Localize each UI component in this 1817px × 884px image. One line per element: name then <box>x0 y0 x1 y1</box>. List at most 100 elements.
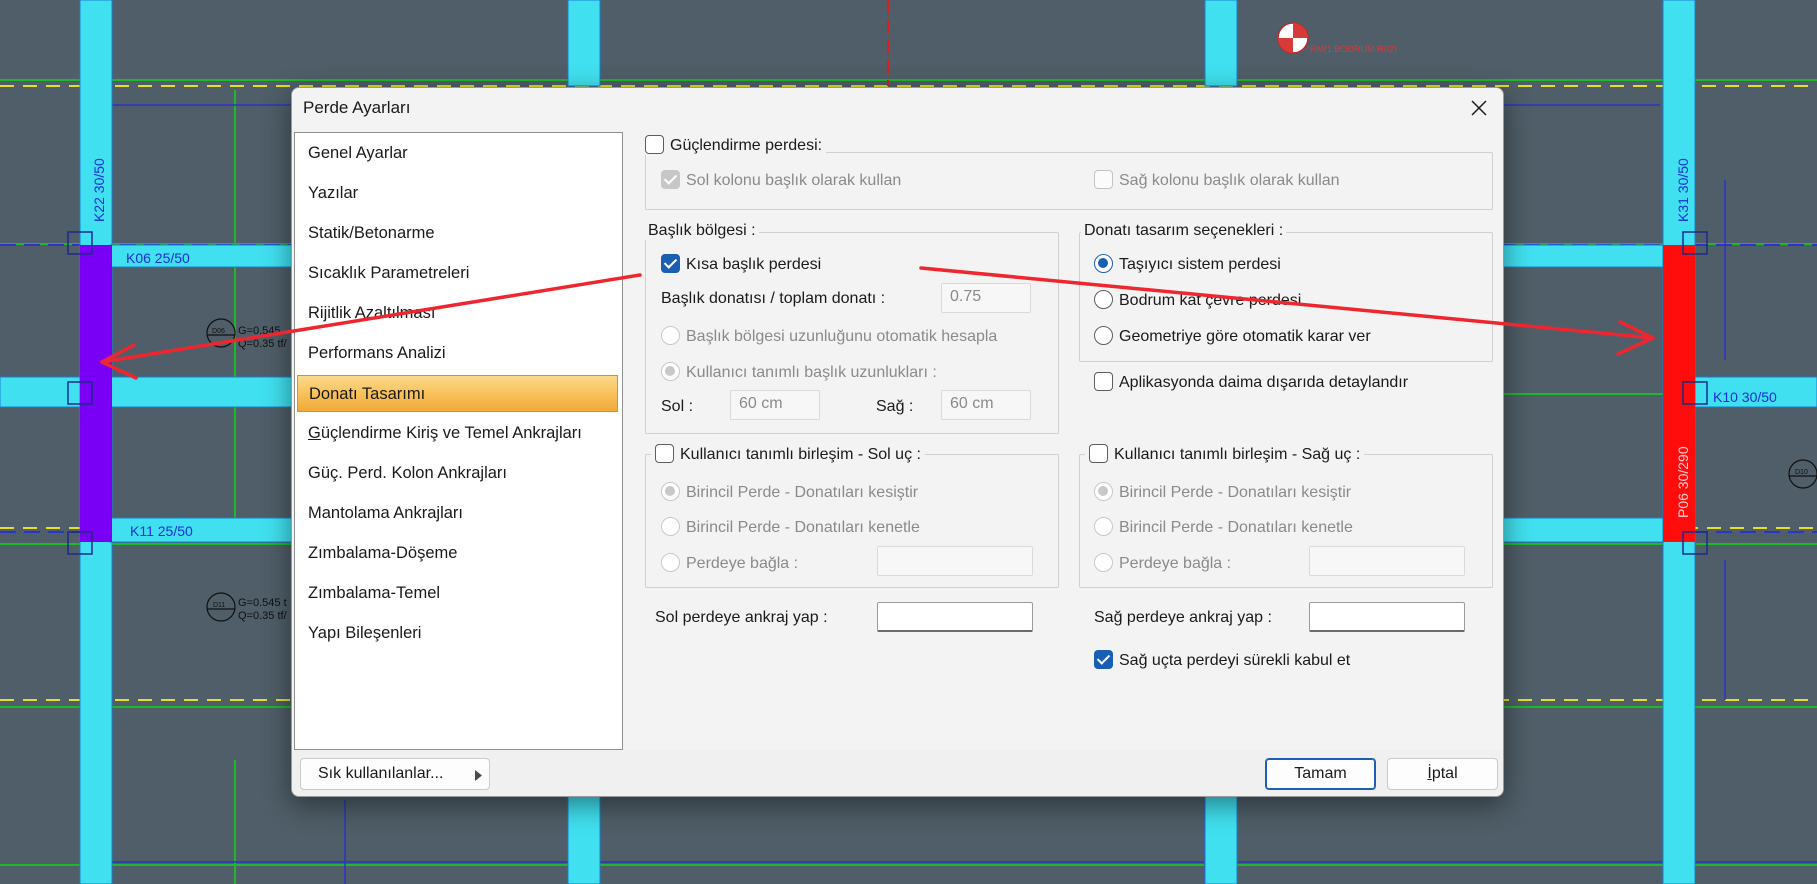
cancel-label: ptal <box>1431 765 1458 782</box>
load-label-q: Q=0.35 tf/ <box>238 338 288 350</box>
radio-circle <box>661 553 680 572</box>
nav-item-zimbalama-temel[interactable]: Zımbalama-Temel <box>297 575 618 612</box>
option-auto-geometry-radio[interactable]: Geometriye göre otomatik karar ver <box>1094 326 1371 346</box>
detail-outside-label: Aplikasyonda daima dışarıda detaylandır <box>1119 374 1409 391</box>
nav-item-sicaklik-parametreleri[interactable]: Sıcaklık Parametreleri <box>297 255 618 292</box>
close-button[interactable] <box>1463 92 1495 124</box>
user-lengths-radio[interactable]: Kullanıcı tanımlı başlık uzunlukları : <box>661 362 937 382</box>
cancel-button[interactable]: İptal <box>1387 758 1498 790</box>
option-label: Birincil Perde - Donatıları kenetle <box>686 519 920 536</box>
nav-item-donati-tasarimi[interactable]: Donatı Tasarımı <box>297 375 618 412</box>
nav-item-guc-perd-kolon-ankrajlari[interactable]: Güç. Perd. Kolon Ankrajları <box>297 455 618 492</box>
left-join-checkbox[interactable]: Kullanıcı tanımlı birleşim - Sol uç : <box>651 444 925 464</box>
ratio-label: Başlık donatısı / toplam donatı : <box>661 290 886 307</box>
reference-marker-label: RM(1.BODRUM-R02) <box>1310 44 1397 54</box>
detail-outside-checkbox[interactable]: Aplikasyonda daima dışarıda detaylandır <box>1094 372 1408 392</box>
checkbox-box <box>1094 372 1113 391</box>
left-join-label: Kullanıcı tanımlı birleşim - Sol uç : <box>680 446 921 463</box>
favorites-button[interactable]: Sık kullanılanlar... <box>300 758 490 790</box>
nav-item-label: Rijitlik Azaltılması <box>308 304 436 322</box>
right-join-checkbox[interactable]: Kullanıcı tanımlı birleşim - Sağ uç : <box>1085 444 1365 464</box>
option-basement-wall-radio[interactable]: Bodrum kat çevre perdesi <box>1094 290 1301 310</box>
radio-circle <box>661 482 680 501</box>
ok-label: Tamam <box>1294 765 1347 782</box>
radio-circle <box>1094 326 1113 345</box>
nav-item-yazilar[interactable]: Yazılar <box>297 175 618 212</box>
wall-settings-dialog: Perde Ayarları Genel Ayarlar Yazılar Sta… <box>291 87 1504 797</box>
right-join-lap-radio[interactable]: Birincil Perde - Donatıları kenetle <box>1094 517 1353 537</box>
radio-circle <box>1094 482 1113 501</box>
ok-button[interactable]: Tamam <box>1265 758 1376 790</box>
nav-item-statik-betonarme[interactable]: Statik/Betonarme <box>297 215 618 252</box>
nav-item-genel-ayarlar[interactable]: Genel Ayarlar <box>297 135 618 172</box>
option-carrier-wall-radio[interactable]: Taşıyıcı sistem perdesi <box>1094 254 1281 274</box>
option-label: Birincil Perde - Donatıları kenetle <box>1119 519 1353 536</box>
radio-circle <box>1094 290 1113 309</box>
user-lengths-label: Kullanıcı tanımlı başlık uzunlukları : <box>686 364 937 381</box>
favorites-label: Sık kullanılanlar... <box>318 765 444 782</box>
wall-label-p06: P06 30/290 <box>1675 446 1691 518</box>
nav-item-label: Yapı Bileşenleri <box>308 624 422 642</box>
radio-circle <box>1094 517 1113 536</box>
left-join-wall-input[interactable] <box>877 546 1033 576</box>
reference-marker-icon <box>1277 22 1309 54</box>
column-label-k22: K22 30/50 <box>91 158 107 222</box>
selected-wall-left[interactable] <box>80 245 112 542</box>
auto-length-radio[interactable]: Başlık bölgesi uzunluğunu otomatik hesap… <box>661 326 997 346</box>
nav-item-label: Statik/Betonarme <box>308 224 435 242</box>
radio-circle <box>1094 553 1113 572</box>
nav-item-yapi-bilesenleri[interactable]: Yapı Bileşenleri <box>297 615 618 652</box>
nav-item-rijitlik-azaltilmasi[interactable]: Rijitlik Azaltılması <box>297 295 618 332</box>
right-join-label: Kullanıcı tanımlı birleşim - Sağ uç : <box>1114 446 1361 463</box>
ratio-input[interactable]: 0.75 <box>941 283 1031 313</box>
use-right-column-checkbox[interactable]: Sağ kolonu başlık olarak kullan <box>1094 170 1340 190</box>
nav-item-accelerator: G <box>308 424 321 442</box>
radio-circle <box>661 326 680 345</box>
dialog-footer: Sık kullanılanlar... Tamam İptal <box>292 750 1503 796</box>
slab-label-d10: D10 <box>1795 469 1808 476</box>
continuous-right-label: Sağ uçta perdeyi sürekli kabul et <box>1119 652 1351 669</box>
continuous-right-checkbox[interactable]: Sağ uçta perdeyi sürekli kabul et <box>1094 650 1350 670</box>
load-label-q2: Q=0.35 tf/ <box>238 610 288 622</box>
nav-item-mantolama-ankrajlari[interactable]: Mantolama Ankrajları <box>297 495 618 532</box>
right-join-intersect-radio[interactable]: Birincil Perde - Donatıları kesiştir <box>1094 482 1351 502</box>
radio-circle <box>1094 254 1113 273</box>
use-right-column-label: Sağ kolonu başlık olarak kullan <box>1119 172 1340 189</box>
settings-category-list[interactable]: Genel Ayarlar Yazılar Statik/Betonarme S… <box>294 132 623 750</box>
nav-item-label: Güç. Perd. Kolon Ankrajları <box>308 464 508 482</box>
nav-item-label: Donatı Tasarımı <box>309 385 426 403</box>
checkbox-box <box>645 135 664 154</box>
right-length-input[interactable]: 60 cm <box>941 390 1031 420</box>
left-length-input[interactable]: 60 cm <box>730 390 820 420</box>
slab-label-d06: D06 <box>212 328 225 335</box>
right-anchor-label: Sağ perdeye ankraj yap : <box>1094 609 1272 626</box>
option-label: Perdeye bağla : <box>1119 555 1232 572</box>
dialog-titlebar[interactable]: Perde Ayarları <box>292 88 1503 128</box>
use-left-column-label: Sol kolonu başlık olarak kullan <box>686 172 902 189</box>
option-label: Taşıyıcı sistem perdesi <box>1119 256 1281 273</box>
left-join-intersect-radio[interactable]: Birincil Perde - Donatıları kesiştir <box>661 482 918 502</box>
nav-item-label: Zımbalama-Döşeme <box>308 544 458 562</box>
nav-item-guclendirme-ankrajlari[interactable]: Güçlendirme Kiriş ve Temel Ankrajları <box>297 415 618 452</box>
load-label-g2: G=0.545 t <box>238 597 287 609</box>
nav-item-label: Yazılar <box>308 184 359 202</box>
use-left-column-checkbox[interactable]: Sol kolonu başlık olarak kullan <box>661 170 901 190</box>
left-join-connect-radio[interactable]: Perdeye bağla : <box>661 553 798 573</box>
strengthening-checkbox[interactable]: Güçlendirme perdesi: <box>641 135 827 155</box>
checkbox-box <box>1094 650 1113 669</box>
load-label-g: G=0.545 <box>238 325 281 337</box>
right-anchor-input[interactable] <box>1309 602 1465 632</box>
nav-item-zimbalama-doseme[interactable]: Zımbalama-Döşeme <box>297 535 618 572</box>
left-join-lap-radio[interactable]: Birincil Perde - Donatıları kenetle <box>661 517 920 537</box>
right-join-connect-radio[interactable]: Perdeye bağla : <box>1094 553 1231 573</box>
right-join-wall-input[interactable] <box>1309 546 1465 576</box>
short-header-checkbox[interactable]: Kısa başlık perdesi <box>661 254 821 274</box>
option-label: Birincil Perde - Donatıları kesiştir <box>686 484 919 501</box>
left-anchor-input[interactable] <box>877 602 1033 632</box>
option-label: Bodrum kat çevre perdesi <box>1119 292 1302 309</box>
radio-circle <box>661 517 680 536</box>
radio-circle <box>661 362 680 381</box>
nav-item-performans-analizi[interactable]: Performans Analizi <box>297 335 618 372</box>
nav-item-label: Performans Analizi <box>308 344 446 362</box>
column-label-k31: K31 30/50 <box>1675 158 1691 222</box>
